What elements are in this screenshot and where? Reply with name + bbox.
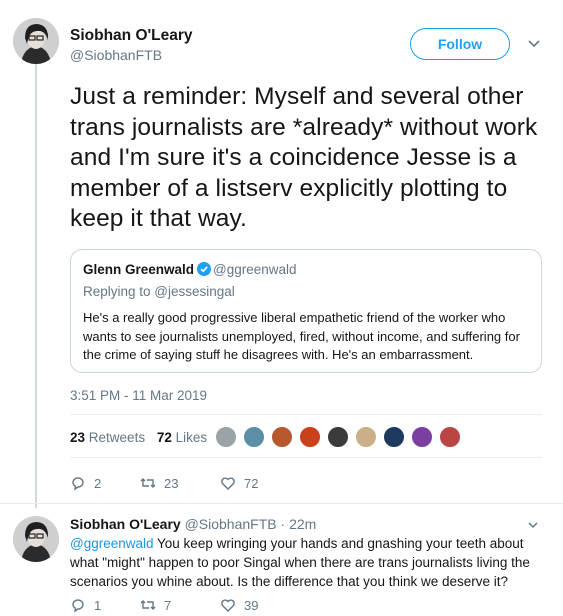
author-name[interactable]: Siobhan O'Leary	[70, 27, 193, 45]
liker-avatar[interactable]	[383, 426, 405, 448]
reply-action[interactable]: 1	[70, 597, 101, 613]
liker-avatar[interactable]	[215, 426, 237, 448]
retweet-count: 23	[164, 475, 179, 491]
reply-author-name[interactable]: Siobhan O'Leary	[70, 516, 181, 532]
liker-avatar[interactable]	[299, 426, 321, 448]
chevron-down-icon[interactable]	[527, 519, 539, 531]
author-avatar[interactable]	[13, 18, 59, 64]
retweet-count: 7	[164, 597, 172, 613]
reply-author-handle[interactable]: @SiobhanFTB	[185, 516, 277, 532]
like-count: 39	[244, 597, 259, 613]
quoted-author-handle: @ggreenwald	[213, 262, 297, 277]
reply-author-avatar[interactable]	[13, 516, 59, 562]
quoted-author-name: Glenn Greenwald	[83, 262, 195, 277]
divider	[70, 457, 542, 458]
liker-avatar[interactable]	[355, 426, 377, 448]
reply-count: 2	[94, 475, 102, 491]
reply-text: @ggreenwald You keep wringing your hands…	[70, 534, 540, 591]
retweet-action[interactable]: 7	[140, 597, 171, 613]
reply-header: Siobhan O'Leary @SiobhanFTB · 22m	[70, 516, 316, 532]
liker-avatar[interactable]	[439, 426, 461, 448]
retweet-icon	[140, 478, 156, 488]
like-action[interactable]: 72	[220, 475, 258, 491]
quoted-tweet-text: He's a really good progressive liberal e…	[83, 310, 520, 362]
liker-avatar[interactable]	[271, 426, 293, 448]
heart-icon	[221, 477, 235, 490]
reply-action[interactable]: 2	[70, 475, 101, 491]
reply-time[interactable]: · 22m	[281, 516, 317, 532]
divider	[70, 414, 542, 415]
likes-count[interactable]: 72	[157, 430, 172, 445]
divider	[0, 503, 563, 504]
tweet-stats: 23 Retweets 72 Likes	[70, 430, 207, 445]
reply-mention-link[interactable]: @ggreenwald	[70, 536, 154, 551]
liker-avatar[interactable]	[411, 426, 433, 448]
author-handle[interactable]: @SiobhanFTB	[70, 47, 162, 63]
tweet-text: Just a reminder: Myself and several othe…	[70, 83, 538, 232]
retweet-action[interactable]: 23	[140, 475, 178, 491]
heart-icon	[221, 599, 235, 612]
retweets-count[interactable]: 23	[70, 430, 85, 445]
quoted-tweet[interactable]: Glenn Greenwald @ggreenwald Replying to @…	[70, 249, 542, 373]
follow-button[interactable]: Follow	[410, 28, 510, 60]
reply-icon	[72, 477, 84, 491]
retweets-label[interactable]: Retweets	[89, 430, 145, 445]
reply-icon	[72, 599, 84, 613]
liker-avatar[interactable]	[327, 426, 349, 448]
liker-avatar[interactable]	[243, 426, 265, 448]
reply-count: 1	[94, 597, 102, 613]
like-count: 72	[244, 475, 259, 491]
chevron-down-icon[interactable]	[527, 36, 541, 50]
like-action[interactable]: 39	[220, 597, 258, 613]
quoted-replying-to: Replying to @jessesingal	[83, 284, 235, 299]
tweet-timestamp[interactable]: 3:51 PM - 11 Mar 2019	[70, 388, 207, 403]
likes-label[interactable]: Likes	[176, 430, 208, 445]
verified-badge-icon	[197, 262, 212, 276]
retweet-icon	[140, 600, 156, 610]
thread-connector-line	[35, 60, 37, 508]
